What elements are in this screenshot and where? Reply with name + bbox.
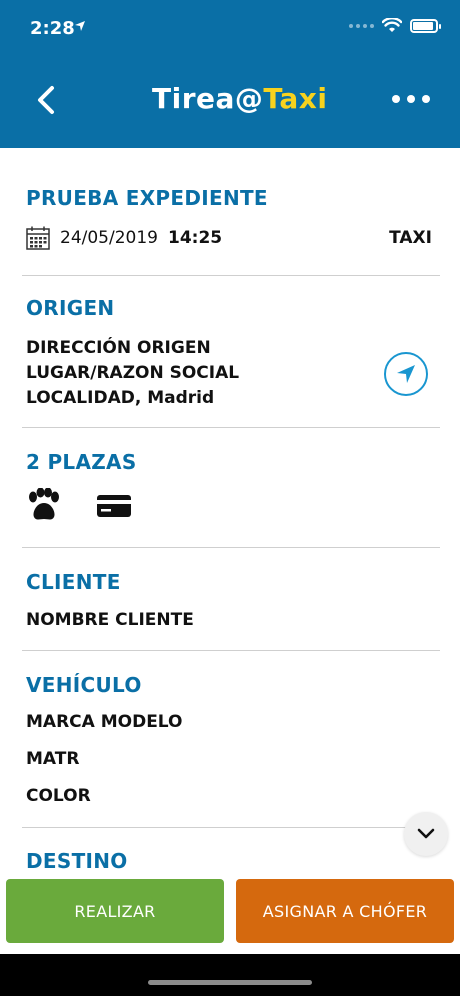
calendar-icon	[26, 226, 50, 250]
vehiculo-section: VEHÍCULO MARCA MODELO MATR COLOR	[26, 673, 434, 813]
origen-place: LUGAR/RAZON SOCIAL	[26, 363, 240, 383]
back-button[interactable]	[32, 84, 60, 116]
origen-locality: LOCALIDAD, Madrid	[26, 388, 215, 408]
credit-card-icon	[97, 495, 131, 517]
navigate-button[interactable]	[384, 352, 428, 396]
expediente-section: PRUEBA EXPEDIENTE 24/05/2019 14:25 TAXI	[26, 186, 434, 266]
service-type: TAXI	[389, 228, 432, 248]
cliente-title: CLIENTE	[26, 570, 121, 594]
app-header: 2:28 Tirea@Taxi	[0, 0, 460, 148]
destino-section: DESTINO	[26, 849, 434, 879]
status-indicators	[349, 18, 441, 33]
paw-icon	[29, 488, 59, 520]
vehiculo-title: VEHÍCULO	[26, 673, 142, 697]
origen-address: DIRECCIÓN ORIGEN	[26, 338, 211, 358]
app-logo: Tirea@Taxi	[152, 82, 328, 115]
status-time: 2:28	[30, 18, 75, 39]
vehiculo-plate: MATR	[26, 749, 80, 769]
scroll-down-button[interactable]	[404, 812, 448, 856]
chevron-down-icon	[417, 828, 435, 839]
divider	[22, 827, 440, 828]
destino-title: DESTINO	[26, 849, 128, 873]
plazas-section: 2 PLAZAS	[26, 450, 434, 540]
asignar-chofer-button[interactable]: ASIGNAR A CHÓFER	[236, 879, 454, 943]
divider	[22, 427, 440, 428]
origen-title: ORIGEN	[26, 296, 115, 320]
date-row: 24/05/2019 14:25	[26, 226, 222, 250]
home-bar-area	[0, 954, 460, 996]
realizar-button[interactable]: REALIZAR	[6, 879, 224, 943]
vehiculo-color: COLOR	[26, 786, 91, 806]
divider	[22, 650, 440, 651]
divider	[22, 547, 440, 548]
cliente-section: CLIENTE NOMBRE CLIENTE	[26, 570, 434, 640]
battery-icon	[410, 18, 441, 33]
divider	[22, 275, 440, 276]
plazas-title: 2 PLAZAS	[26, 450, 137, 474]
vehiculo-model: MARCA MODELO	[26, 712, 183, 732]
home-indicator[interactable]	[148, 980, 312, 985]
expediente-title: PRUEBA EXPEDIENTE	[26, 186, 268, 210]
location-arrow-icon	[75, 21, 85, 31]
navigation-arrow-icon	[397, 365, 415, 383]
origen-section: ORIGEN DIRECCIÓN ORIGEN LUGAR/RAZON SOCI…	[26, 296, 434, 416]
cliente-name: NOMBRE CLIENTE	[26, 610, 194, 630]
expediente-date: 24/05/2019	[60, 228, 158, 248]
more-options-button[interactable]	[392, 95, 430, 103]
wifi-icon	[382, 18, 402, 32]
expediente-time: 14:25	[167, 228, 223, 248]
signal-icon	[349, 23, 374, 28]
